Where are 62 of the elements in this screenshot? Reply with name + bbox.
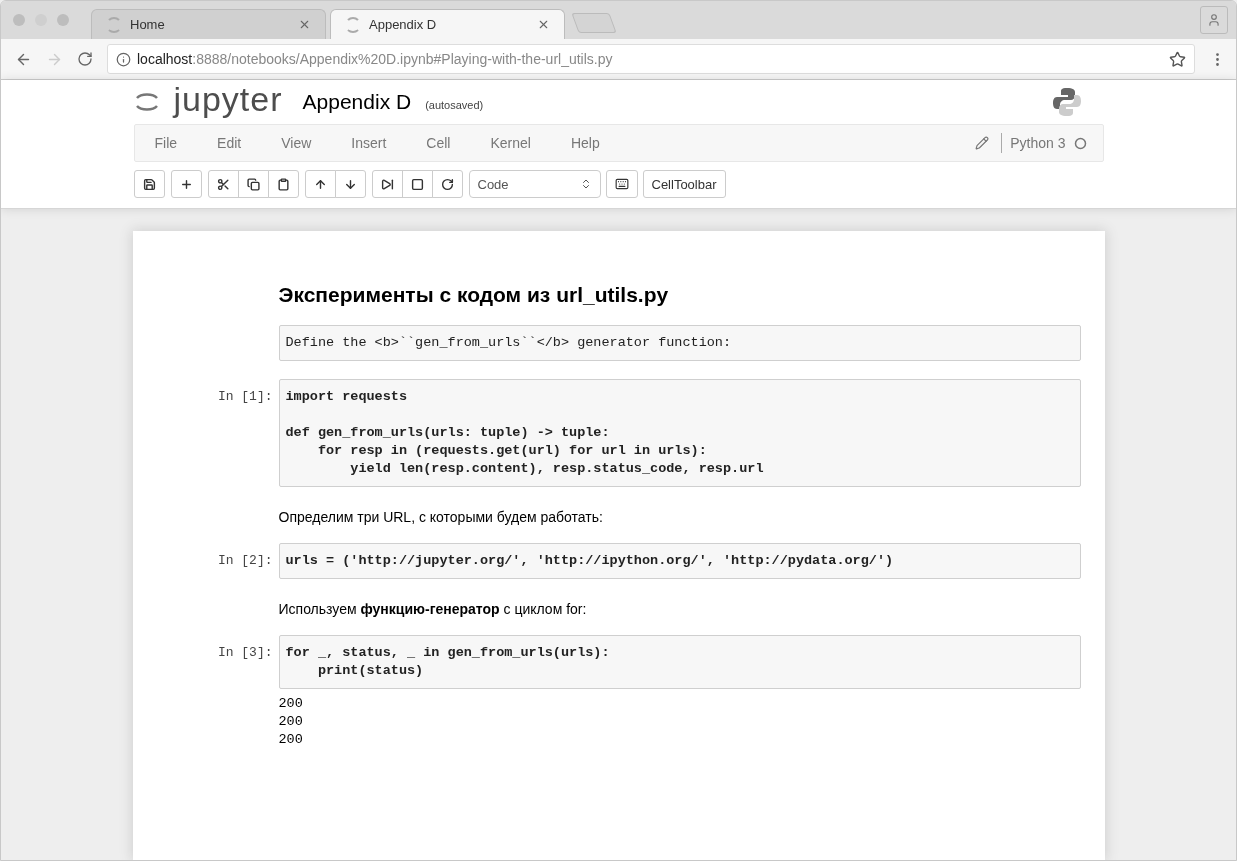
cell-type-select[interactable]: Code (468, 170, 601, 198)
loading-icon (106, 16, 122, 33)
menu-item[interactable]: Kernel (480, 135, 549, 151)
toolbar-button[interactable] (304, 170, 336, 198)
close-window-dot[interactable] (13, 14, 25, 26)
notebook-title[interactable]: Appendix D (302, 90, 412, 114)
address-bar[interactable]: localhost:8888/notebooks/Appendix%20D.ipynb#Playing-with-the-url_utils.py (107, 44, 1195, 74)
kernel-idle-icon (1073, 136, 1087, 150)
stop-icon (410, 177, 424, 191)
toolbar-button[interactable] (207, 170, 239, 198)
input-prompt: In [1]: (216, 388, 274, 406)
url-text: localhost:8888/notebooks/Appendix%20D.ipynb#Playing-with-the-url_utils.py (137, 51, 614, 67)
raw-cell[interactable]: Define the <b>``gen_from_urls``</b> generator function: (278, 325, 1081, 361)
code-cell[interactable]: for _, status, _ in gen_from_urls(urls): print(status) (278, 635, 1081, 689)
toolbar-button[interactable] (237, 170, 269, 198)
menu-item[interactable]: Cell (416, 135, 469, 151)
close-icon[interactable] (298, 18, 311, 31)
python-logo-icon (1051, 87, 1082, 117)
copy-icon (246, 177, 260, 191)
keyboard-icon (614, 177, 629, 191)
step-forward-icon (380, 177, 394, 191)
menu-item[interactable]: File (144, 135, 196, 151)
plus-icon (179, 177, 193, 191)
scissors-icon (216, 177, 230, 191)
toolbar-button[interactable] (371, 170, 403, 198)
bookmark-star-icon[interactable] (1169, 50, 1186, 68)
command-palette-button[interactable] (605, 170, 638, 198)
save-status: (autosaved) (425, 99, 484, 111)
edit-pencil-icon[interactable] (975, 136, 990, 150)
menu-item[interactable]: Help (560, 135, 618, 151)
close-icon[interactable] (537, 18, 550, 31)
toolbar-button[interactable] (401, 170, 433, 198)
code-cell[interactable]: urls = ('http://jupyter.org/', 'http://ipython.org/', 'http://pydata.org/') (278, 543, 1081, 579)
arrow-down-icon (343, 177, 357, 191)
paste-icon (276, 177, 290, 191)
toolbar-button[interactable] (431, 170, 463, 198)
toolbar-button[interactable] (133, 170, 165, 198)
input-prompt: In [3]: (216, 644, 274, 662)
maximize-window-dot[interactable] (57, 14, 69, 26)
browser-tab[interactable]: Home (91, 9, 326, 39)
menu-item[interactable]: View (271, 135, 330, 151)
menu-item[interactable]: Edit (207, 135, 260, 151)
code-cell[interactable]: import requests def gen_from_urls(urls: tuple) -> tuple: for resp in (requests.get(url) for url in urls): yield len(resp.content), resp.status_code, resp.url (278, 379, 1081, 487)
cell-output: 200 200 200 (278, 695, 303, 749)
heading: Эксперименты с кодом из url_utils.py (278, 283, 669, 307)
toolbar-button[interactable] (334, 170, 366, 198)
toolbar-button[interactable] (267, 170, 299, 198)
markdown-text: Определим три URL, с которыми будем работать: (278, 509, 603, 525)
info-icon[interactable] (116, 51, 131, 67)
menu-item[interactable]: Insert (341, 135, 405, 151)
browser-tab[interactable]: Appendix D (330, 9, 565, 39)
celltoolbar-button[interactable]: CellToolbar (642, 170, 726, 198)
arrow-up-icon (313, 177, 327, 191)
jupyter-logo-text[interactable]: jupyter (173, 79, 283, 119)
reload-icon[interactable] (77, 51, 93, 67)
markdown-text: Используем функцию-генератор с циклом for: (278, 601, 587, 617)
save-icon (142, 177, 156, 191)
restart-icon (440, 177, 454, 191)
input-prompt: In [2]: (216, 552, 274, 570)
loading-icon (345, 16, 361, 33)
kernel-name: Python 3 (1001, 133, 1074, 153)
user-icon (1207, 13, 1221, 27)
